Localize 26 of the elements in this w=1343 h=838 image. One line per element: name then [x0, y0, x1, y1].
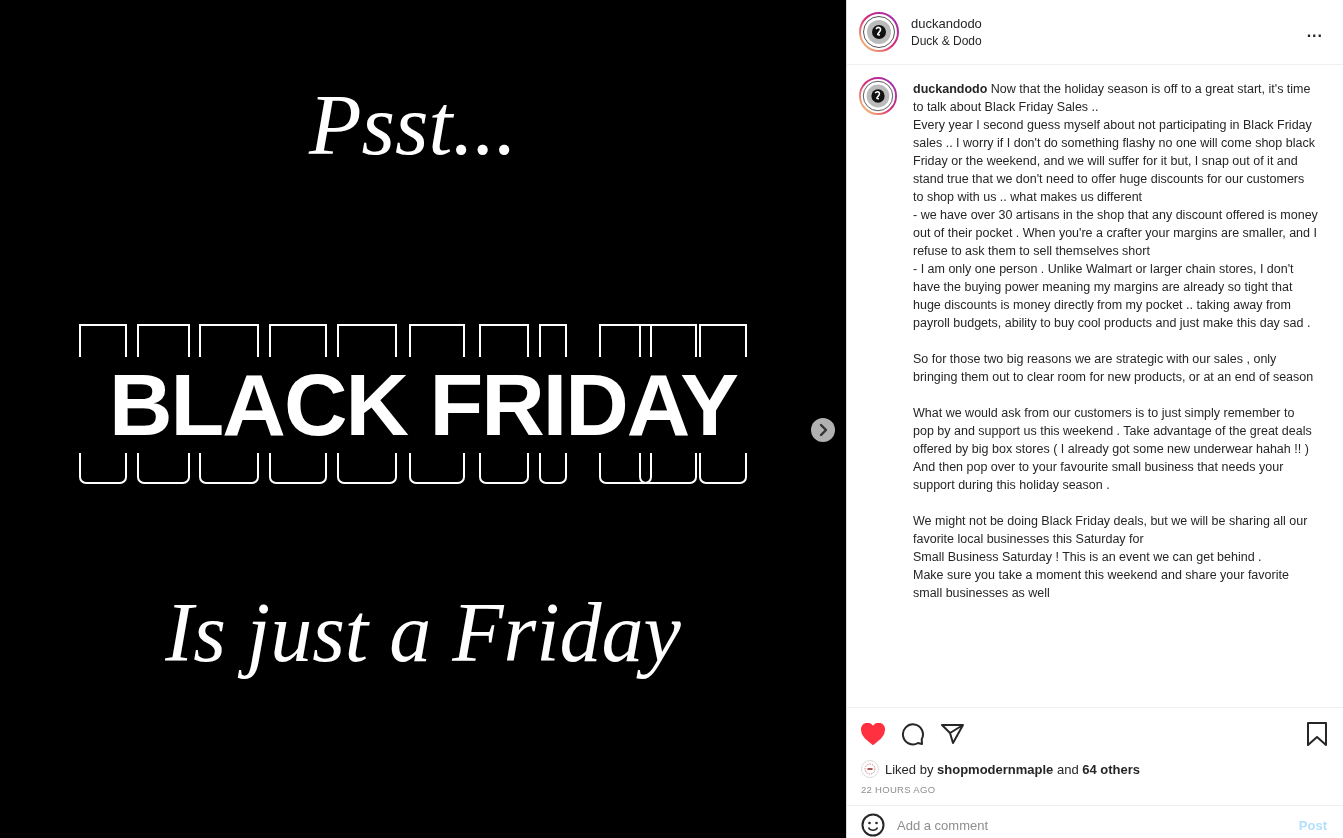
- profile-avatar[interactable]: [859, 12, 899, 52]
- username-link[interactable]: duckandodo: [913, 82, 988, 96]
- caption-text: Make sure you take a moment this weekend and share your favorite small businesses as well: [913, 567, 1290, 602]
- emoji-icon[interactable]: [861, 813, 885, 837]
- headline: BLACK FRIDAY: [109, 360, 737, 449]
- script-heading: Psst...: [309, 78, 517, 173]
- caption-text: So for those two big reasons we are strategic with our sales , only bringing them out to clear room for new products, or at an end of season: [913, 351, 1315, 386]
- likes-text: Liked by shopmodernmaple and 64 others: [885, 761, 1141, 777]
- send-icon[interactable]: [941, 723, 965, 745]
- bookmark-icon[interactable]: [1307, 722, 1327, 746]
- profile-avatar[interactable]: [859, 77, 897, 115]
- caption-text: Every year I second guess myself about not participating in Black Friday sales .. I worry if I don't do something flashy no one will come shop black Friday or the weekend, and we will suffer for it but, I snap out of it and stand true that we don't need to offer huge discounts for our customers to shop with us .. what makes us different: [913, 117, 1316, 206]
- comment-icon[interactable]: [901, 722, 925, 746]
- caption-text: Small Business Saturday ! This is an event we can get behind .: [913, 549, 1263, 566]
- caption-text: duckandodo Now that the holiday season is off to a great start, it's time to talk about Black Friday Sales ..: [913, 81, 1312, 116]
- caption-text: - we have over 30 artisans in the shop that any discount offered is money out of their pocket . When you're a crafter your margins are smaller, and I refuse to ask them to sell themselves short: [913, 207, 1318, 260]
- script-heading: Is just a Friday: [165, 586, 681, 679]
- liker-avatar[interactable]: [861, 760, 879, 778]
- caption-text: What we would ask from our customers is to just simply remember to pop by and support us this weekend . Take advantage of the great deals offered by big box stores ( I already got some new underwear hahah !! ) And then pop over to your favourite small business that needs your support during this holiday season .: [913, 405, 1313, 494]
- display-name: Duck & Dodo: [911, 34, 983, 48]
- more-options-button[interactable]: ...: [1302, 23, 1327, 41]
- caption-text: - I am only one person . Unlike Walmart or larger chain stores, I don't have the buying power meaning my margins are already so tight that huge discounts is money directly from my pocket .. taking away from payroll budgets, ability to buy cool products and just make this day sad .: [913, 261, 1312, 332]
- post-timestamp: 22 HOURS AGO: [847, 778, 1343, 806]
- username-link[interactable]: duckandodo: [911, 16, 1291, 31]
- caption-text: We might not be doing Black Friday deals, but we will be sharing all our favorite local businesses this Saturday for: [913, 513, 1309, 548]
- heart-icon[interactable]: [861, 723, 885, 745]
